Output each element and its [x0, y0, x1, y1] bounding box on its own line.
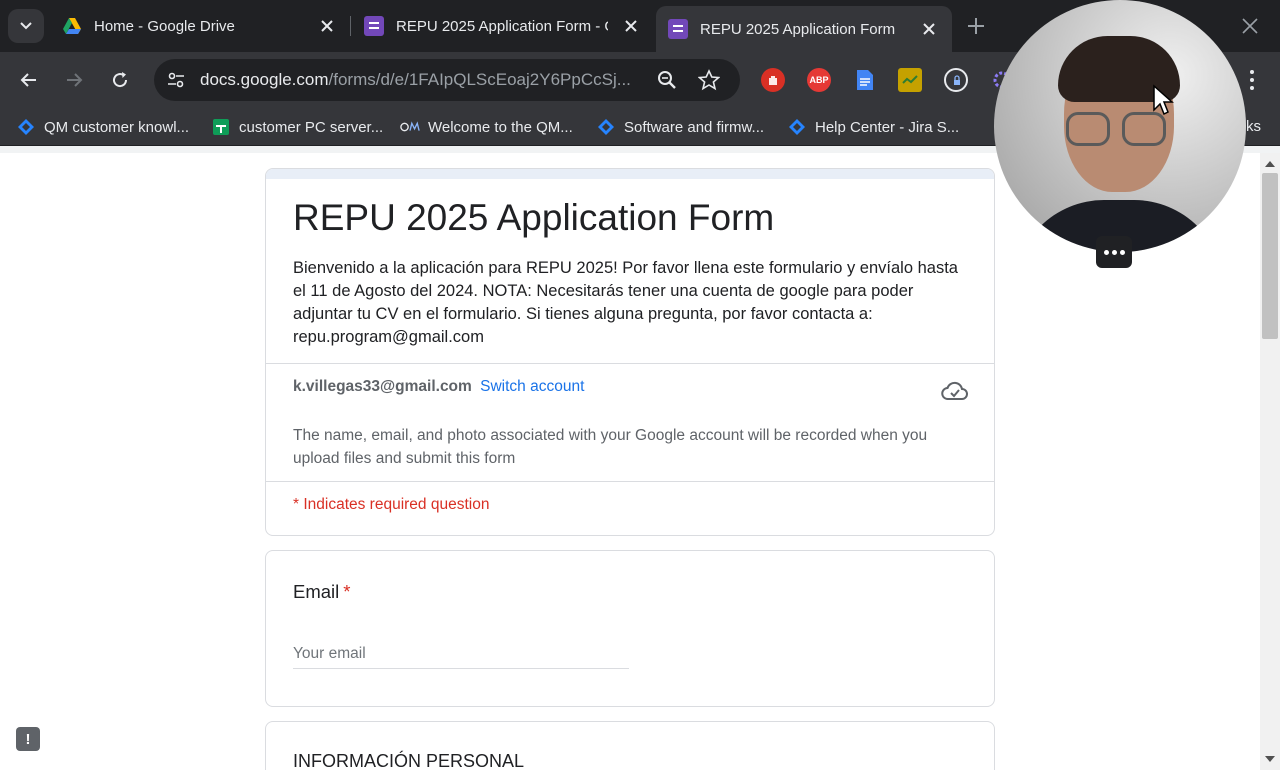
zoom-icon[interactable]: [656, 69, 678, 91]
form-header-card: REPU 2025 Application Form Bienvenido a …: [265, 168, 995, 536]
divider: [266, 363, 994, 364]
bookmark-help-center[interactable]: Help Center - Jira S...: [787, 117, 959, 137]
required-asterisk: *: [343, 581, 351, 602]
scrollbar-thumb[interactable]: [1262, 173, 1278, 339]
url-path: /forms/d/e/1FAIpQLScEoaj2Y6PpCcSj...: [328, 70, 631, 89]
tab-google-drive[interactable]: Home - Google Drive: [50, 6, 350, 46]
account-row: k.villegas33@gmail.com Switch account: [293, 378, 584, 396]
bookmark-customer-pc[interactable]: customer PC server...: [211, 117, 383, 137]
jira-icon: [596, 117, 616, 137]
tab-repu-form-1[interactable]: REPU 2025 Application Form - G: [352, 6, 654, 46]
form-title: REPU 2025 Application Form: [293, 197, 775, 238]
tab-repu-form-active[interactable]: REPU 2025 Application Form: [656, 6, 952, 52]
tab-separator: [350, 16, 351, 36]
site-info-icon[interactable]: [166, 70, 186, 90]
tab-search-button[interactable]: [8, 9, 44, 43]
divider: [266, 481, 994, 482]
url-text: docs.google.com/forms/d/e/1FAIpQLScEoaj2…: [200, 70, 640, 90]
jira-icon: [787, 117, 807, 137]
email-question-card: Email *: [265, 550, 995, 707]
webcam-glasses: [1066, 112, 1110, 146]
all-bookmarks-button[interactable]: ks: [1246, 118, 1261, 135]
reload-button[interactable]: [106, 66, 134, 94]
forward-button[interactable]: [60, 66, 88, 94]
google-forms-icon: [364, 16, 384, 36]
cloud-save-icon: [941, 381, 968, 400]
switch-account-link[interactable]: Switch account: [480, 378, 584, 395]
google-forms-icon: [668, 19, 688, 39]
abp-label: ABP: [809, 75, 829, 85]
bookmark-software-firmware[interactable]: Software and firmw...: [596, 117, 764, 137]
mouse-cursor-icon: [1153, 84, 1174, 116]
dot-icon: [1103, 249, 1109, 255]
close-tab-icon[interactable]: [920, 20, 938, 38]
arrow-right-icon: [67, 73, 83, 87]
bookmark-welcome-qm[interactable]: Welcome to the QM...: [400, 117, 573, 137]
jira-icon: [16, 117, 36, 137]
bookmark-label: Software and firmw...: [624, 118, 765, 136]
required-note: * Indicates required question: [293, 496, 490, 513]
webcam-more-button[interactable]: [1096, 236, 1132, 268]
arrow-left-icon: [20, 73, 36, 87]
new-tab-icon[interactable]: [964, 14, 988, 38]
bookmark-label: QM customer knowl...: [44, 118, 190, 136]
email-input[interactable]: [293, 639, 629, 669]
dot-icon: [1111, 249, 1117, 255]
browser-menu-icon[interactable]: [1244, 68, 1260, 92]
account-extension-icon[interactable]: [944, 68, 968, 92]
bookmark-label: customer PC server...: [239, 118, 384, 136]
adblock-plus-icon[interactable]: ABP: [807, 68, 831, 92]
close-tab-icon[interactable]: [318, 17, 336, 35]
question-title: Email: [293, 581, 340, 602]
scroll-up-arrow-icon[interactable]: [1265, 161, 1275, 167]
dot-icon: [1119, 249, 1125, 255]
bookmark-qm-knowledge[interactable]: QM customer knowl...: [16, 117, 189, 137]
scroll-down-arrow-icon[interactable]: [1265, 756, 1275, 762]
docs-extension-icon[interactable]: [853, 68, 877, 92]
tab-title: REPU 2025 Application Form - G: [396, 17, 608, 35]
tab-title: Home - Google Drive: [94, 17, 235, 35]
page-scrollbar[interactable]: [1260, 153, 1280, 770]
google-drive-icon: [63, 18, 81, 34]
qm-logo-icon: [400, 117, 420, 137]
window-close-icon[interactable]: [1240, 16, 1260, 36]
reload-icon: [113, 72, 128, 88]
url-host: docs.google.com: [200, 70, 329, 89]
address-bar[interactable]: docs.google.com/forms/d/e/1FAIpQLScEoaj2…: [154, 59, 740, 101]
chevron-down-icon: [20, 22, 32, 30]
question-label: Email *: [293, 581, 350, 603]
form-description: Bienvenido a la aplicación para REPU 202…: [293, 259, 958, 346]
google-sheets-icon: [211, 117, 231, 137]
report-icon: !: [25, 730, 31, 748]
privacy-notice: The name, email, and photo associated wi…: [293, 427, 928, 467]
close-tab-icon[interactable]: [622, 17, 640, 35]
account-email: k.villegas33@gmail.com: [293, 378, 472, 395]
block-extension-icon[interactable]: [761, 68, 785, 92]
bookmark-label: Welcome to the QM...: [428, 118, 573, 136]
webcam-overlay: [994, 0, 1246, 252]
section-title: INFORMACIÓN PERSONAL: [293, 751, 525, 770]
tab-title: REPU 2025 Application Form: [700, 20, 896, 38]
bookmark-label: Help Center - Jira S...: [815, 118, 960, 136]
sheets-extension-icon[interactable]: [898, 68, 922, 92]
report-abuse-button[interactable]: !: [16, 727, 40, 751]
bookmark-star-icon[interactable]: [698, 69, 720, 91]
section-card: INFORMACIÓN PERSONAL: [265, 721, 995, 770]
form-accent-bar: [266, 169, 994, 179]
back-button[interactable]: [15, 66, 43, 94]
